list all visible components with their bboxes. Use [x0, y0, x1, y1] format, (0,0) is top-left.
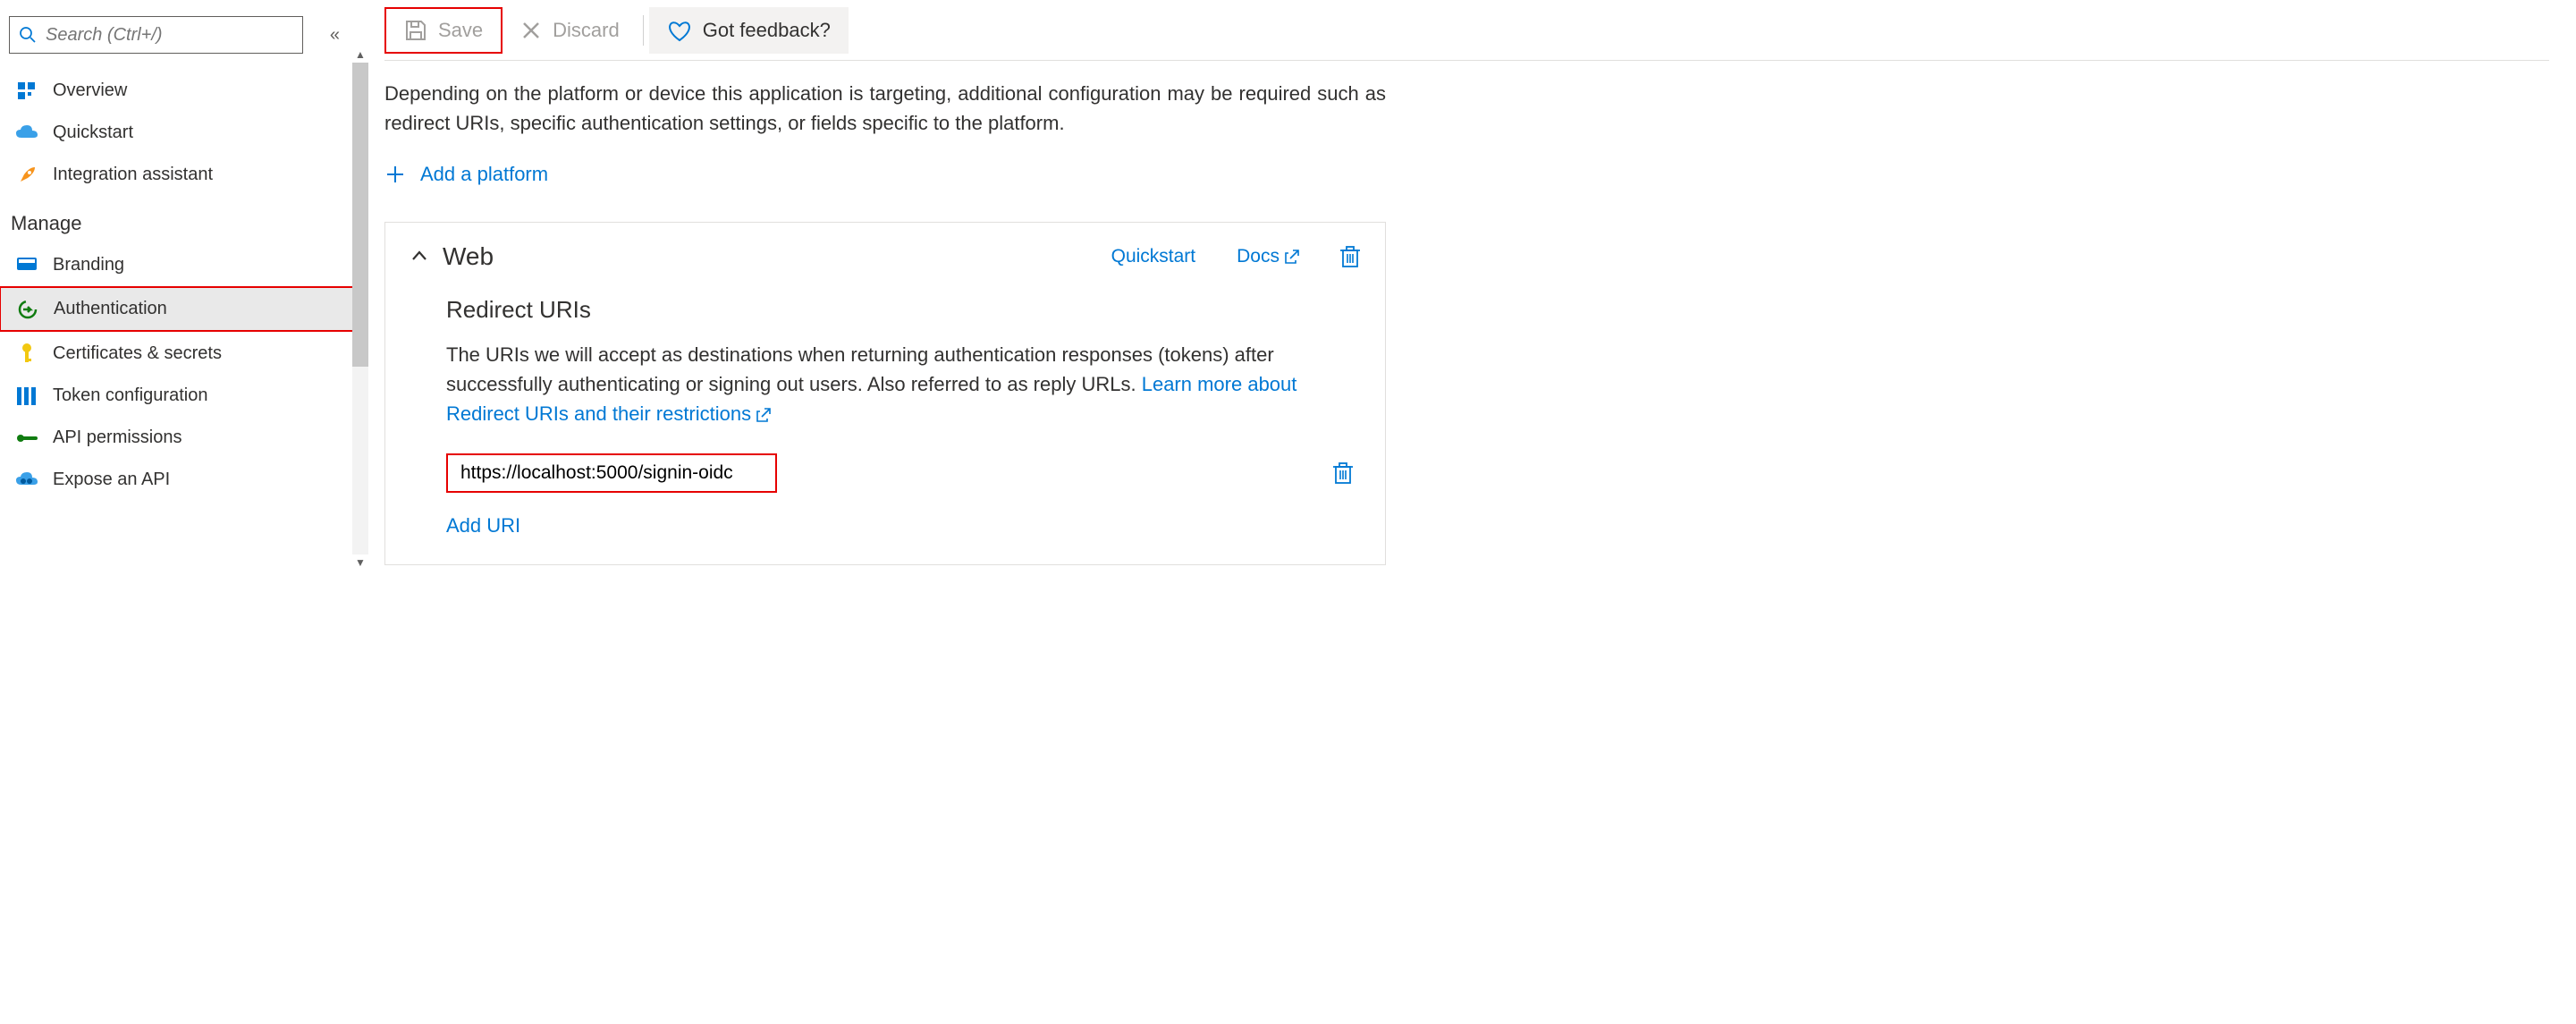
branding-icon [14, 258, 39, 274]
permissions-icon [14, 430, 39, 446]
discard-label: Discard [553, 19, 620, 42]
toolbar: Save Discard Got feedback? [384, 0, 2549, 61]
sidebar-item-label: Certificates & secrets [53, 343, 222, 364]
sidebar-item-authentication[interactable]: Authentication [0, 286, 358, 332]
sidebar-section-manage: Manage [0, 196, 358, 244]
sidebar-item-label: Authentication [54, 299, 167, 319]
sidebar-item-token-config[interactable]: Token configuration [0, 375, 358, 417]
toolbar-separator [643, 15, 644, 46]
sidebar-item-branding[interactable]: Branding [0, 244, 358, 286]
discard-icon [520, 20, 542, 41]
add-platform-label: Add a platform [420, 163, 548, 186]
docs-link[interactable]: Docs [1237, 246, 1299, 267]
search-box[interactable] [9, 16, 303, 54]
add-uri-button[interactable]: Add URI [446, 514, 1360, 537]
add-platform-button[interactable]: Add a platform [384, 163, 2549, 186]
sidebar-item-label: Quickstart [53, 123, 133, 143]
discard-button[interactable]: Discard [503, 7, 638, 54]
rocket-icon [14, 165, 39, 185]
sidebar-item-expose-api[interactable]: Expose an API [0, 459, 358, 501]
sidebar-item-integration-assistant[interactable]: Integration assistant [0, 154, 358, 196]
web-platform-card: Web Quickstart Docs Redirect URIs The UR… [384, 222, 1386, 565]
sidebar: « ▲ ▼ Overview Quickstart [0, 0, 358, 583]
auth-icon [15, 300, 40, 319]
sidebar-item-label: Integration assistant [53, 165, 213, 185]
token-icon [14, 387, 39, 405]
save-label: Save [438, 19, 483, 42]
sidebar-item-label: API permissions [53, 427, 182, 448]
save-icon [404, 19, 427, 42]
redirect-uri-input[interactable] [446, 453, 777, 493]
external-link-icon [756, 408, 771, 422]
grid-icon [14, 81, 39, 101]
collapse-sidebar-button[interactable]: « [321, 21, 349, 49]
key-icon [14, 343, 39, 364]
plus-icon [384, 164, 406, 185]
sidebar-item-label: Token configuration [53, 385, 207, 406]
collapse-card-button[interactable] [410, 248, 428, 266]
redirect-uris-description: The URIs we will accept as destinations … [446, 340, 1360, 428]
sidebar-item-label: Overview [53, 80, 127, 101]
main-content: Save Discard Got feedback? Depending on … [358, 0, 2576, 583]
sidebar-item-api-permissions[interactable]: API permissions [0, 417, 358, 459]
feedback-button[interactable]: Got feedback? [649, 7, 849, 54]
cloud-icon [14, 125, 39, 141]
feedback-label: Got feedback? [703, 19, 831, 42]
save-button[interactable]: Save [384, 7, 503, 54]
sidebar-item-overview[interactable]: Overview [0, 70, 358, 112]
redirect-uris-title: Redirect URIs [446, 296, 1360, 324]
search-input[interactable] [46, 25, 293, 46]
sidebar-item-quickstart[interactable]: Quickstart [0, 112, 358, 154]
sidebar-item-certificates[interactable]: Certificates & secrets [0, 332, 358, 375]
heart-icon [667, 19, 692, 42]
expose-api-icon [14, 472, 39, 488]
card-title: Web [443, 242, 494, 271]
platform-description: Depending on the platform or device this… [384, 79, 1386, 138]
quickstart-link[interactable]: Quickstart [1111, 246, 1196, 267]
sidebar-item-label: Branding [53, 255, 124, 275]
search-icon [19, 26, 37, 44]
external-link-icon [1285, 250, 1299, 264]
delete-platform-button[interactable] [1340, 245, 1360, 268]
sidebar-item-label: Expose an API [53, 470, 170, 490]
delete-uri-button[interactable] [1333, 461, 1353, 485]
